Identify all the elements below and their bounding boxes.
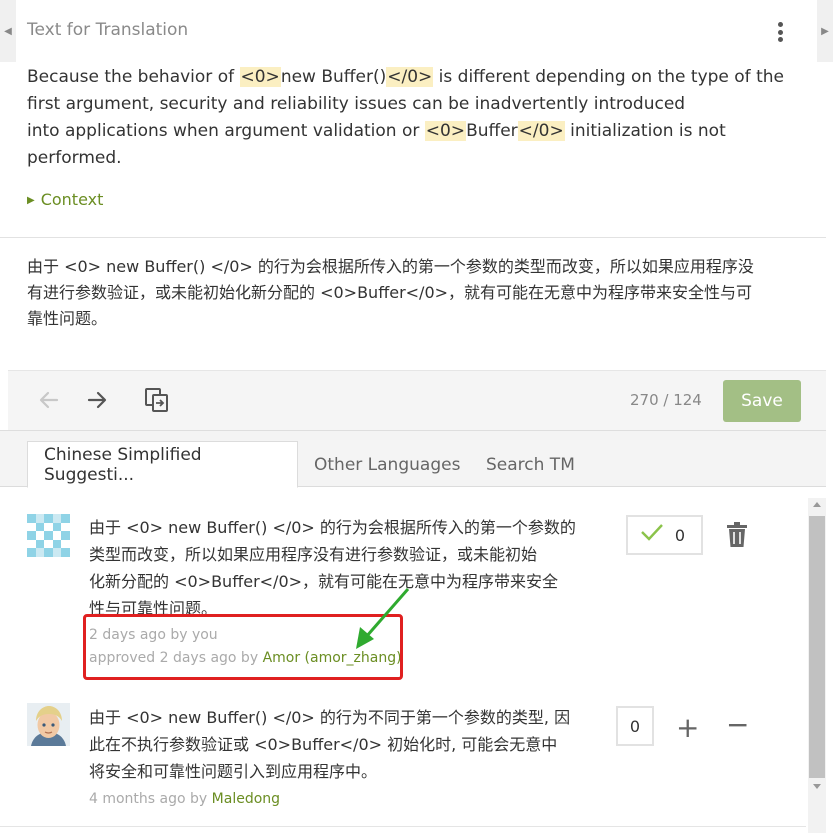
editor-toolbar: 270 / 124 Save (8, 370, 826, 430)
translation-line: 靠性问题。 (27, 309, 108, 328)
avatar (27, 703, 70, 746)
source-line: into applications when argument validati… (27, 121, 726, 141)
divider (0, 826, 806, 827)
caret-right-icon: ▶ (27, 195, 35, 206)
editor-header: ◀ Text for Translation ▶ (0, 0, 833, 62)
source-text: Because the behavior of <0>new Buffer()<… (27, 64, 787, 172)
vote-count: 0 (674, 525, 685, 545)
scroll-down-icon[interactable] (813, 784, 821, 789)
placeholder-tag: </0> (517, 121, 565, 141)
translation-line: 由于 <0> new Buffer() </0> 的行为会根据所传入的第一个参数… (27, 257, 754, 276)
caret-right-icon[interactable]: ▶ (817, 0, 833, 62)
author-link[interactable]: Maledong (212, 791, 280, 807)
annotation-arrow-icon (356, 588, 410, 649)
scrollbar[interactable] (808, 498, 826, 833)
translation-line: 有进行参数验证，或未能初始化新分配的 <0>Buffer</0>，就有可能在无意… (27, 283, 753, 302)
trash-icon[interactable] (726, 522, 748, 548)
translation-editor[interactable]: 由于 <0> new Buffer() </0> 的行为会根据所传入的第一个参数… (27, 254, 807, 332)
suggestion-text[interactable]: 由于 <0> new Buffer() </0> 的行为不同于第一个参数的类型,… (89, 704, 599, 785)
placeholder-tag: </0> (386, 67, 434, 87)
scrollbar-thumb[interactable] (809, 516, 825, 778)
tab-suggestions[interactable]: Chinese Simplified Suggesti... (27, 441, 298, 488)
arrow-right-icon[interactable] (82, 385, 112, 415)
tab-other-languages[interactable]: Other Languages (298, 441, 476, 488)
arrow-left-icon[interactable] (34, 385, 64, 415)
downvote-icon[interactable]: − (726, 708, 749, 741)
source-line: first argument, security and reliability… (27, 94, 686, 114)
approve-button[interactable]: 0 (626, 515, 703, 555)
context-toggle[interactable]: ▶ Context (27, 190, 103, 209)
avatar (27, 514, 70, 557)
vote-count: 0 (616, 706, 654, 746)
save-button[interactable]: Save (723, 380, 801, 422)
checkmark-icon (640, 522, 664, 548)
kebab-menu-icon[interactable] (768, 18, 792, 46)
divider (0, 237, 826, 238)
panel-title: Text for Translation (27, 20, 189, 40)
upvote-icon[interactable]: + (676, 711, 699, 744)
suggestion-author: 4 months ago by Maledong (89, 791, 281, 807)
tab-search-tm[interactable]: Search TM (470, 441, 591, 488)
source-line: Because the behavior of <0>new Buffer()<… (27, 67, 784, 87)
character-count: 270 / 124 (630, 391, 702, 409)
copy-source-icon[interactable] (142, 385, 172, 415)
placeholder-tag: <0> (239, 67, 281, 87)
caret-left-icon[interactable]: ◀ (0, 0, 16, 62)
source-line: performed. (27, 148, 122, 168)
placeholder-tag: <0> (424, 121, 467, 141)
scroll-up-icon[interactable] (813, 502, 821, 507)
